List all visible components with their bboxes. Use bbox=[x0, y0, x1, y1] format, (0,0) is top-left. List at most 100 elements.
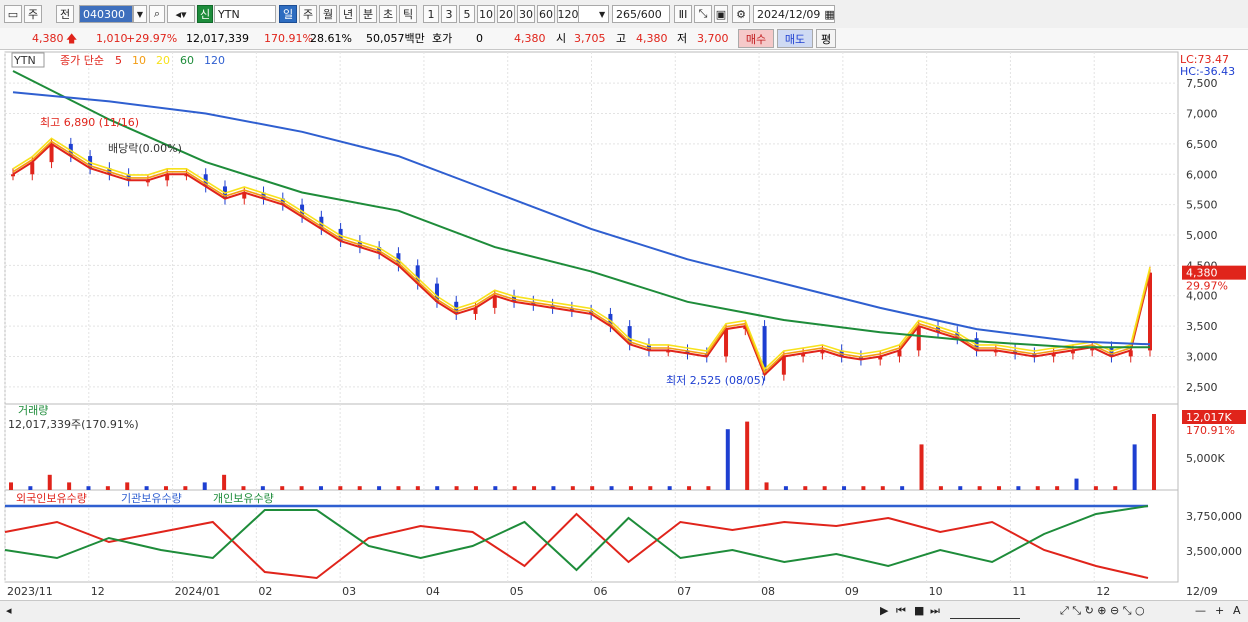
volume-bar bbox=[977, 486, 982, 490]
volume-bar bbox=[764, 482, 769, 490]
volume-bar bbox=[144, 486, 149, 490]
volume-bar bbox=[725, 429, 730, 490]
eval-button[interactable]: 평 bbox=[816, 29, 836, 48]
ask-price: 4,380 bbox=[514, 32, 546, 45]
x-axis-label: 07 bbox=[677, 585, 691, 598]
candle-body bbox=[781, 356, 786, 375]
volume-bar bbox=[551, 486, 556, 490]
volume-bar bbox=[1074, 478, 1079, 490]
zoom-slider[interactable] bbox=[950, 604, 1020, 619]
volume-bar bbox=[493, 486, 498, 490]
volume-bar bbox=[473, 486, 478, 490]
candle-type-icon[interactable]: ⅡⅠ bbox=[674, 5, 692, 23]
interval-button-30[interactable]: 30 bbox=[517, 5, 535, 23]
volume-bar bbox=[861, 486, 866, 490]
scroll-left-icon[interactable]: ◂ bbox=[6, 604, 12, 618]
period-tab-3[interactable]: 년 bbox=[339, 5, 357, 23]
forward-icon[interactable]: ⏭ bbox=[930, 604, 940, 618]
auto-icon[interactable]: A bbox=[1233, 604, 1241, 618]
dividend-annotation: 배당락(0.00%) bbox=[108, 142, 182, 155]
last-price-badge-text: 4,380 bbox=[1186, 267, 1218, 280]
volume-bar bbox=[415, 486, 420, 490]
ma10-line bbox=[12, 140, 1151, 374]
volume-bar bbox=[706, 486, 711, 490]
stock-code-input[interactable]: 040300 bbox=[79, 5, 133, 23]
chart-menu-icon[interactable]: ▭ bbox=[4, 5, 22, 23]
interval-button-1[interactable]: 1 bbox=[423, 5, 439, 23]
high-annotation: 최고 6,890 (11/16) bbox=[40, 116, 139, 129]
open-label: 시 bbox=[556, 32, 567, 45]
volume-bar bbox=[667, 486, 672, 490]
x-axis-label: 12 bbox=[1096, 585, 1110, 598]
stock-name-field[interactable]: YTN bbox=[214, 5, 276, 23]
save-icon[interactable]: ▣ bbox=[714, 5, 728, 23]
period-selector[interactable]: 주 bbox=[24, 5, 42, 23]
x-axis-label: 10 bbox=[929, 585, 943, 598]
volume-bar bbox=[435, 486, 440, 490]
eval-button-label: 평 bbox=[820, 33, 832, 46]
volume-bar bbox=[1093, 486, 1098, 490]
new-badge: 신 bbox=[197, 5, 213, 23]
interval-button-10[interactable]: 10 bbox=[477, 5, 495, 23]
high-label: 고 bbox=[616, 32, 627, 45]
period-tab-2[interactable]: 월 bbox=[319, 5, 337, 23]
interval-button-3[interactable]: 3 bbox=[441, 5, 457, 23]
sound-icon[interactable]: ◂▾ bbox=[167, 5, 195, 23]
holdings-lines bbox=[4, 504, 1149, 580]
period-tab-6[interactable]: 틱 bbox=[399, 5, 417, 23]
ma5-line bbox=[12, 142, 1151, 377]
ma-period-label: 10 bbox=[132, 54, 146, 67]
volume-bar bbox=[590, 486, 595, 490]
code-dropdown-icon[interactable]: ▼ bbox=[133, 5, 147, 23]
volume-bar bbox=[628, 486, 633, 490]
x-axis-label: 2023/11 bbox=[7, 585, 53, 598]
play-icon[interactable]: ▶ bbox=[880, 604, 888, 618]
period-tab-5[interactable]: 초 bbox=[379, 5, 397, 23]
count-field[interactable]: 265/600 bbox=[612, 5, 670, 23]
stock-chart[interactable]: 7,5007,0006,5006,0005,5005,0004,5004,000… bbox=[0, 50, 1248, 600]
sell-button[interactable]: 매도 bbox=[777, 29, 813, 48]
period-tab-4[interactable]: 분 bbox=[359, 5, 377, 23]
volume-bar bbox=[1113, 486, 1118, 490]
volume-bar bbox=[687, 486, 692, 490]
prev-button[interactable]: 전 bbox=[56, 5, 74, 23]
period-tab-0[interactable]: 일 bbox=[279, 5, 297, 23]
chart-tools-icon[interactable]: ⤡ bbox=[694, 5, 712, 23]
symbol-label: YTN bbox=[13, 54, 36, 67]
open-price: 3,705 bbox=[574, 32, 606, 45]
holdings-axis-tick: 3,750,000 bbox=[1186, 510, 1242, 523]
volume-value: 12,017,339주(170.91%) bbox=[8, 418, 139, 431]
gear-icon[interactable]: ⚙ bbox=[732, 5, 750, 23]
calendar-icon[interactable]: ▦ bbox=[824, 8, 834, 21]
interval-button-20[interactable]: 20 bbox=[497, 5, 515, 23]
period-selector-label: 주 bbox=[27, 8, 39, 21]
volume-axis-tick: 5,000K bbox=[1186, 452, 1225, 465]
candle-body bbox=[724, 329, 729, 357]
volume-bar bbox=[997, 486, 1002, 490]
stop-icon[interactable]: ■ bbox=[914, 604, 924, 618]
interval-button-5[interactable]: 5 bbox=[459, 5, 475, 23]
date-field[interactable]: 2024/12/09 ▦ bbox=[753, 5, 835, 23]
current-price: 4,380 bbox=[32, 32, 64, 45]
volume-bar bbox=[880, 486, 885, 490]
zoom-in-icon[interactable]: + bbox=[1215, 604, 1224, 618]
search-icon[interactable]: ⌕ bbox=[149, 5, 165, 23]
zoom-out-icon[interactable]: — bbox=[1195, 604, 1206, 618]
volume-bar bbox=[1152, 414, 1156, 490]
volume-bar bbox=[318, 486, 323, 490]
price-change: 1,010 bbox=[96, 32, 128, 45]
trading-volume: 12,017,339 bbox=[186, 32, 249, 45]
rewind-icon[interactable]: ⏮ bbox=[896, 604, 906, 618]
interval-button-120[interactable]: 120 bbox=[557, 5, 579, 23]
volume-bar bbox=[609, 486, 614, 490]
holdings-legend-item: 기관보유수량 bbox=[121, 492, 182, 505]
holdings-axis-tick: 3,500,000 bbox=[1186, 545, 1242, 558]
period-tab-1[interactable]: 주 bbox=[299, 5, 317, 23]
x-axis-label: 02 bbox=[258, 585, 272, 598]
interval-button-60[interactable]: 60 bbox=[537, 5, 555, 23]
ma-period-label: 20 bbox=[156, 54, 170, 67]
drawing-tools-icon[interactable]: ⤢ ⤡ ↻ ⊕ ⊖ ⤡ ○ bbox=[1060, 604, 1145, 618]
buy-button[interactable]: 매수 bbox=[738, 29, 774, 48]
low-annotation: 최저 2,525 (08/05) bbox=[666, 374, 765, 387]
volume-bar bbox=[202, 482, 207, 490]
